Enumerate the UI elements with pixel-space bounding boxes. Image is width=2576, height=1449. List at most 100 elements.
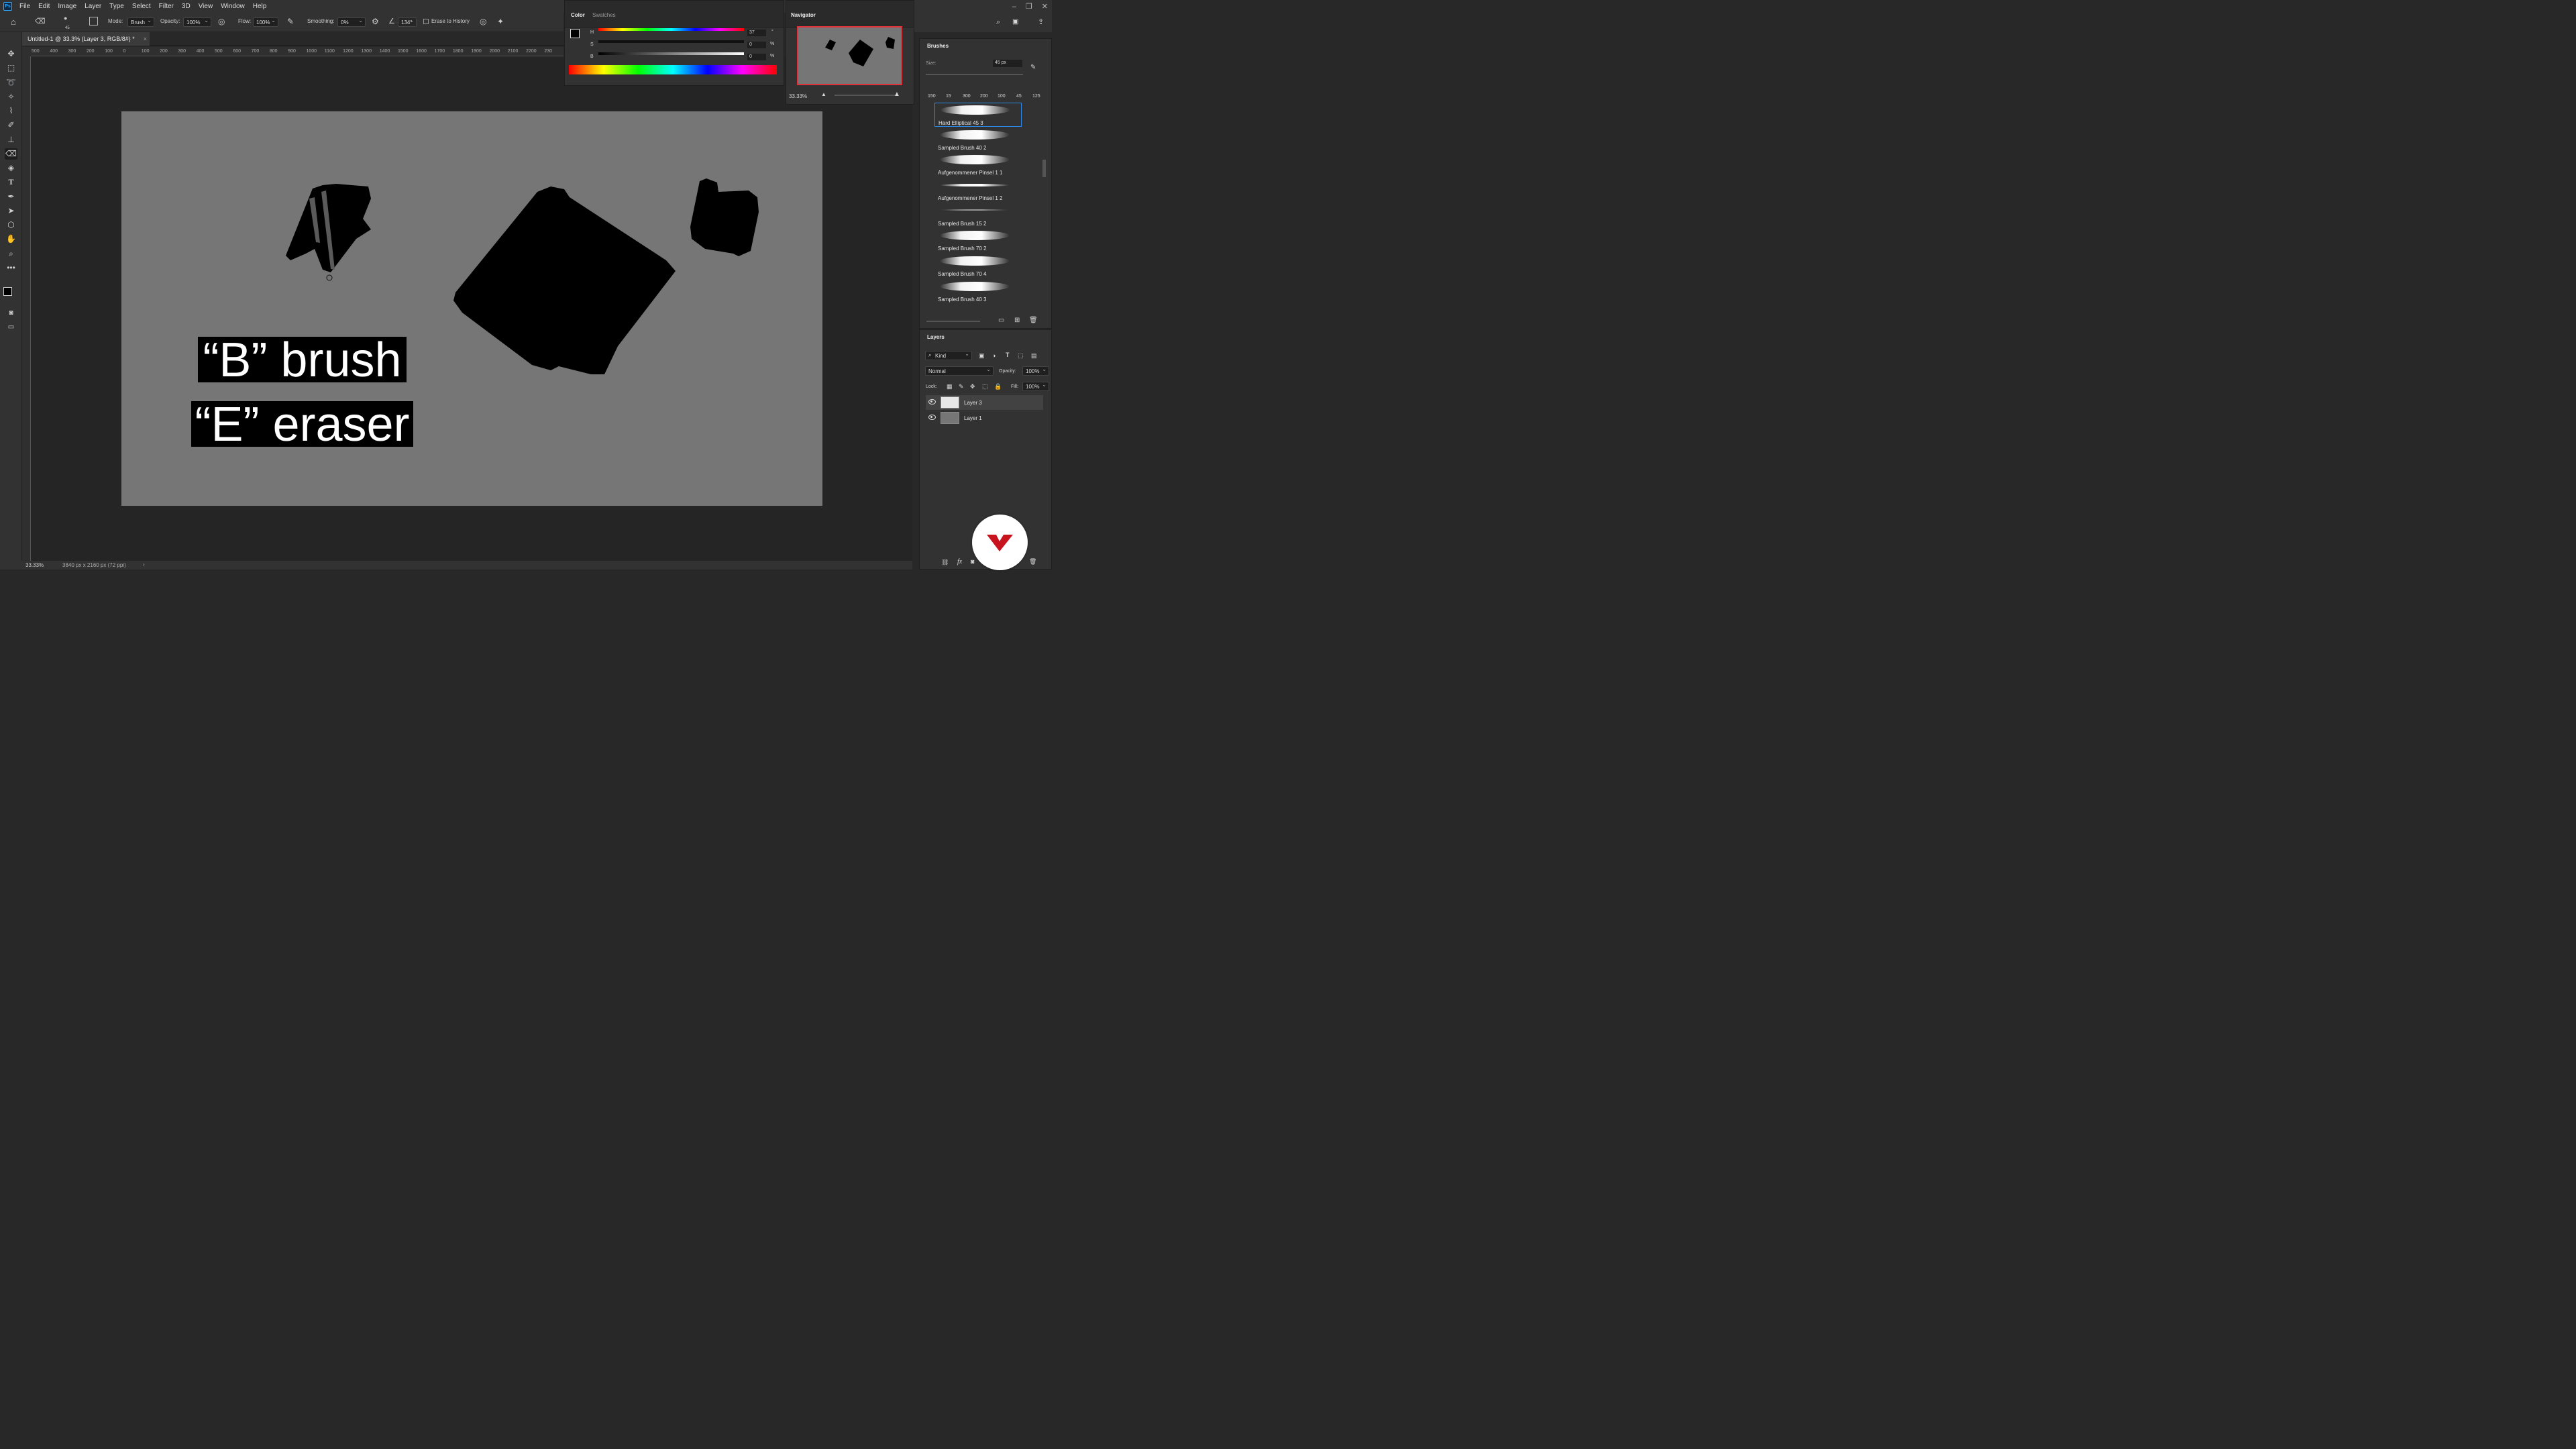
s-value[interactable]: 0 — [747, 42, 766, 48]
smoothing-field[interactable]: 0% — [337, 17, 366, 27]
brush-item[interactable]: Sampled Brush 40 3 — [934, 280, 1022, 304]
delete-layer-icon[interactable]: 🗑 — [1029, 558, 1036, 566]
gear-icon[interactable]: ⚙ — [372, 17, 379, 26]
close-tab-icon[interactable]: × — [144, 36, 147, 42]
thumbnail-size-slider[interactable] — [926, 321, 980, 322]
layer-opacity-field[interactable]: 100% — [1022, 366, 1049, 376]
preset-200[interactable]: 200 — [980, 94, 988, 99]
brush-item[interactable]: Sampled Brush 70 2 — [934, 229, 1022, 253]
saturation-slider[interactable] — [598, 40, 744, 43]
zoom-level[interactable]: 33.33% — [25, 562, 44, 568]
zoom-in-icon[interactable]: ▲ — [894, 91, 900, 98]
more-tools-icon[interactable]: ••• — [5, 262, 17, 274]
zoom-slider[interactable] — [835, 95, 895, 96]
photoshop-logo-icon[interactable]: Ps — [3, 2, 12, 11]
chevron-right-icon[interactable]: › — [143, 561, 145, 568]
navigator-preview[interactable] — [797, 26, 902, 85]
pressure-opacity-icon[interactable]: ◎ — [218, 17, 225, 26]
screen-mode-icon[interactable]: ▭ — [5, 321, 17, 333]
menu-image[interactable]: Image — [54, 3, 81, 10]
document-info[interactable]: 3840 px x 2160 px (72 ppi) — [62, 562, 126, 568]
pressure-size-icon[interactable]: ◎ — [480, 17, 486, 26]
layer-row-layer3[interactable]: Layer 3 — [926, 395, 1043, 410]
preset-125[interactable]: 125 — [1032, 94, 1040, 99]
share-icon[interactable]: ⇪ — [1038, 17, 1044, 26]
quick-mask-icon[interactable]: ◙ — [5, 307, 17, 319]
lasso-tool-icon[interactable]: ➰ — [5, 77, 17, 89]
minimize-icon[interactable]: – — [1012, 3, 1016, 11]
tab-color[interactable]: Color — [571, 12, 585, 18]
path-select-icon[interactable]: ➤ — [5, 205, 17, 217]
lock-pixels-icon[interactable]: ✎ — [959, 383, 964, 390]
brush-item[interactable]: Aufgenommener Pinsel 1 2 — [934, 178, 1022, 203]
brush-tool-icon[interactable]: ✐ — [5, 119, 17, 131]
lock-artboard-icon[interactable]: ⬚ — [982, 383, 988, 390]
brush-settings-icon[interactable] — [89, 17, 98, 25]
brightness-slider[interactable] — [598, 52, 744, 55]
filter-shape-icon[interactable]: ⬚ — [1018, 352, 1024, 360]
hue-slider[interactable] — [598, 28, 744, 31]
menu-view[interactable]: View — [195, 3, 218, 10]
eraser-tool-icon[interactable]: ⌫ — [5, 148, 17, 160]
marquee-tool-icon[interactable]: ⬚ — [5, 62, 17, 74]
angle-field[interactable]: 134° — [398, 17, 417, 27]
menu-3d[interactable]: 3D — [178, 3, 195, 10]
magic-wand-icon[interactable]: ✧ — [5, 91, 17, 103]
menu-file[interactable]: File — [16, 3, 35, 10]
preset-300[interactable]: 300 — [963, 94, 971, 99]
erase-history-checkbox[interactable] — [423, 19, 429, 24]
hand-tool-icon[interactable]: ✋ — [5, 233, 17, 245]
folder-icon[interactable]: ▭ — [998, 317, 1004, 324]
filter-adjustment-icon[interactable]: ◑ — [992, 352, 996, 359]
size-field[interactable]: 45 px — [993, 60, 1022, 67]
eraser-tool-icon[interactable]: ⌫ — [35, 17, 46, 25]
stamp-tool-icon[interactable]: ⊥ — [5, 134, 17, 146]
foreground-color-swatch[interactable] — [3, 287, 12, 296]
tab-swatches[interactable]: Swatches — [592, 12, 616, 18]
symmetry-icon[interactable]: ✦ — [497, 17, 504, 26]
link-layers-icon[interactable]: ⛓ — [941, 559, 949, 566]
preset-150[interactable]: 150 — [928, 94, 936, 99]
preset-100[interactable]: 100 — [998, 94, 1006, 99]
color-ramp[interactable] — [569, 65, 777, 74]
workspace-icon[interactable]: ▣ — [1012, 18, 1018, 25]
size-slider[interactable] — [926, 74, 1023, 75]
brush-item[interactable]: Hard Elliptical 45 3 — [934, 103, 1022, 127]
filter-pixel-icon[interactable]: ▣ — [979, 352, 985, 360]
menu-type[interactable]: Type — [106, 3, 129, 10]
filter-type-icon[interactable]: T — [1006, 352, 1010, 358]
paint-bucket-icon[interactable]: ◈ — [5, 162, 17, 174]
brush-item[interactable]: Aufgenommener Pinsel 1 1 — [934, 153, 1022, 177]
menu-window[interactable]: Window — [217, 3, 250, 10]
filter-smart-icon[interactable]: ▤ — [1031, 352, 1037, 360]
visibility-eye-icon[interactable] — [928, 415, 936, 420]
opacity-field[interactable]: 100% — [183, 17, 211, 27]
foreground-color-swatch[interactable] — [570, 29, 580, 38]
home-icon[interactable]: ⌂ — [11, 17, 16, 27]
mode-dropdown[interactable]: Brush — [127, 17, 154, 27]
preset-45[interactable]: 45 — [1016, 94, 1022, 99]
layer-row-layer1[interactable]: Layer 1 — [926, 411, 1043, 425]
move-tool-icon[interactable]: ✥ — [5, 48, 17, 60]
b-value[interactable]: 0 — [747, 54, 766, 60]
brush-item[interactable]: Sampled Brush 40 2 — [934, 128, 1022, 152]
search-icon[interactable]: ⌕ — [996, 18, 1000, 27]
airbrush-icon[interactable]: ✎ — [287, 17, 294, 26]
menu-help[interactable]: Help — [250, 3, 272, 10]
document-tab[interactable]: Untitled-1 @ 33.3% (Layer 3, RGB/8#) * × — [22, 32, 150, 46]
brush-edit-icon[interactable]: ✎ — [1030, 64, 1036, 71]
fx-icon[interactable]: fx — [957, 558, 962, 566]
eyedropper-icon[interactable]: ⌇ — [5, 105, 17, 117]
zoom-tool-icon[interactable]: ⌕ — [5, 248, 17, 260]
menu-filter[interactable]: Filter — [156, 3, 178, 10]
lock-transparency-icon[interactable]: ▦ — [947, 383, 953, 390]
restore-icon[interactable]: ❐ — [1026, 2, 1032, 11]
zoom-out-icon[interactable]: ▲ — [821, 91, 826, 97]
layer-filter-dropdown[interactable]: Kind — [925, 351, 972, 360]
flow-field[interactable]: 100% — [253, 17, 278, 27]
type-tool-icon[interactable]: T — [5, 176, 17, 188]
new-brush-icon[interactable]: ⊞ — [1014, 317, 1020, 324]
navigator-zoom[interactable]: 33.33% — [789, 93, 807, 99]
brush-list-scrollbar[interactable] — [1042, 160, 1046, 177]
close-icon[interactable]: ✕ — [1042, 2, 1048, 11]
